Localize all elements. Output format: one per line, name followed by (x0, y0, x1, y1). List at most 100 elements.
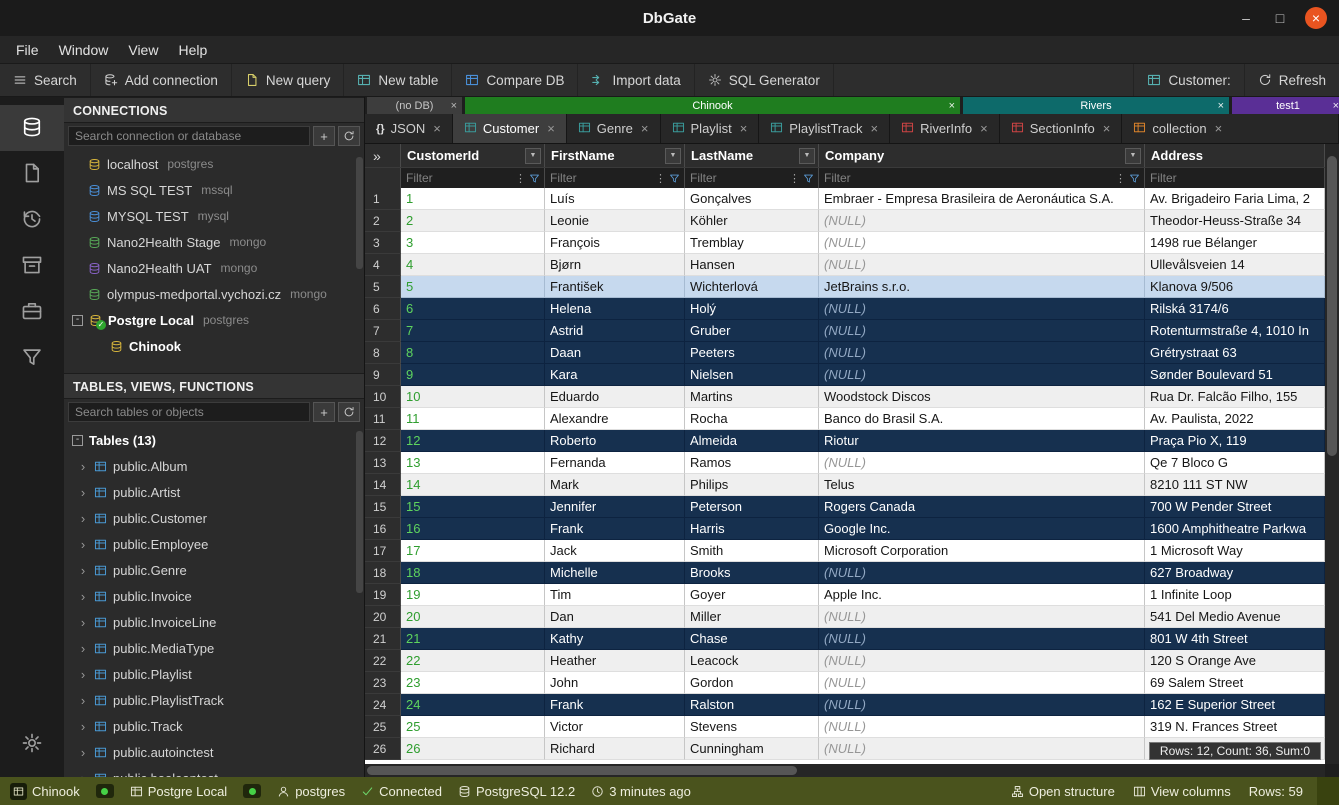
row-number[interactable]: 13 (365, 452, 401, 474)
cell-address[interactable]: 801 W 4th Street (1145, 628, 1325, 650)
table-public-employee[interactable]: ›public.Employee (64, 531, 364, 557)
row-number[interactable]: 4 (365, 254, 401, 276)
chevron-right-icon[interactable]: › (78, 641, 88, 656)
cell-firstname[interactable]: Alexandre (545, 408, 685, 430)
row-number[interactable]: 15 (365, 496, 401, 518)
cell-company[interactable]: (NULL) (819, 716, 1145, 738)
cell-firstname[interactable]: František (545, 276, 685, 298)
cell-firstname[interactable]: Astrid (545, 320, 685, 342)
add-table-mini-button[interactable]: + (313, 402, 335, 422)
close-icon[interactable]: × (1333, 100, 1339, 112)
cell-address[interactable]: Rua Dr. Falcão Filho, 155 (1145, 386, 1325, 408)
statusbar-view-columns[interactable]: View columns (1133, 784, 1231, 799)
chevron-right-icon[interactable]: › (78, 589, 88, 604)
filter-input-firstname[interactable] (546, 170, 652, 187)
cell-firstname[interactable]: François (545, 232, 685, 254)
cell-customerid[interactable]: 11 (401, 408, 545, 430)
row-number[interactable]: 17 (365, 540, 401, 562)
cell-address[interactable]: 1600 Amphitheatre Parkwa (1145, 518, 1325, 540)
table-public-genre[interactable]: ›public.Genre (64, 557, 364, 583)
cell-firstname[interactable]: Fernanda (545, 452, 685, 474)
toolbar-search-button[interactable]: Search (0, 64, 91, 96)
grid-row-6[interactable]: 66HelenaHolý(NULL)Rilská 3174/6 (365, 298, 1325, 320)
grid-row-4[interactable]: 44BjørnHansen(NULL)Ullevålsveien 14 (365, 254, 1325, 276)
grid-row-23[interactable]: 2323JohnGordon(NULL)69 Salem Street (365, 672, 1325, 694)
activity-plugins[interactable] (0, 289, 64, 335)
cell-address[interactable]: Sønder Boulevard 51 (1145, 364, 1325, 386)
activity-settings[interactable] (0, 721, 64, 767)
filter-funnel-icon[interactable] (529, 173, 543, 184)
cell-customerid[interactable]: 2 (401, 210, 545, 232)
row-number[interactable]: 6 (365, 298, 401, 320)
statusbar-current-database[interactable]: Chinook (10, 783, 80, 800)
cell-customerid[interactable]: 26 (401, 738, 545, 760)
filter-input-address[interactable] (1146, 170, 1323, 187)
statusbar-row-count[interactable]: Rows: 59 (1249, 784, 1303, 799)
cell-address[interactable]: 700 W Pender Street (1145, 496, 1325, 518)
cell-company[interactable]: (NULL) (819, 342, 1145, 364)
tab-group-no-db[interactable]: (no DB)× (367, 97, 462, 114)
cell-company[interactable]: Microsoft Corporation (819, 540, 1145, 562)
chevron-right-icon[interactable]: › (78, 511, 88, 526)
cell-company[interactable]: Telus (819, 474, 1145, 496)
cell-lastname[interactable]: Leacock (685, 650, 819, 672)
grid-vertical-scrollbar[interactable] (1325, 144, 1339, 764)
cell-firstname[interactable]: Eduardo (545, 386, 685, 408)
cell-company[interactable]: (NULL) (819, 606, 1145, 628)
cell-lastname[interactable]: Miller (685, 606, 819, 628)
activity-connections[interactable] (0, 105, 64, 151)
cell-address[interactable]: Av. Brigadeiro Faria Lima, 2 (1145, 188, 1325, 210)
chevron-right-icon[interactable]: › (78, 563, 88, 578)
grid-row-24[interactable]: 2424FrankRalston(NULL)162 E Superior Str… (365, 694, 1325, 716)
cell-customerid[interactable]: 25 (401, 716, 545, 738)
grid-row-8[interactable]: 88DaanPeeters(NULL)Grétrystraat 63 (365, 342, 1325, 364)
connection-postgre-local[interactable]: -✓Postgre Localpostgres (64, 307, 364, 333)
cell-firstname[interactable]: Richard (545, 738, 685, 760)
tables-group[interactable]: -Tables (13) (64, 427, 364, 453)
activity-archive[interactable] (0, 243, 64, 289)
table-public-invoiceline[interactable]: ›public.InvoiceLine (64, 609, 364, 635)
table-public-artist[interactable]: ›public.Artist (64, 479, 364, 505)
cell-address[interactable]: 1 Microsoft Way (1145, 540, 1325, 562)
cell-lastname[interactable]: Goyer (685, 584, 819, 606)
filter-funnel-icon[interactable] (803, 173, 817, 184)
cell-address[interactable]: 69 Salem Street (1145, 672, 1325, 694)
cell-company[interactable]: (NULL) (819, 694, 1145, 716)
cell-customerid[interactable]: 8 (401, 342, 545, 364)
cell-lastname[interactable]: Harris (685, 518, 819, 540)
table-public-playlisttrack[interactable]: ›public.PlaylistTrack (64, 687, 364, 713)
grid-row-22[interactable]: 2222HeatherLeacock(NULL)120 S Orange Ave (365, 650, 1325, 672)
close-button[interactable]: × (1305, 7, 1327, 29)
cell-company[interactable]: (NULL) (819, 628, 1145, 650)
cell-customerid[interactable]: 16 (401, 518, 545, 540)
cell-lastname[interactable]: Ralston (685, 694, 819, 716)
cell-customerid[interactable]: 5 (401, 276, 545, 298)
cell-address[interactable]: Qe 7 Bloco G (1145, 452, 1325, 474)
toolbar-new-table-button[interactable]: New table (344, 64, 452, 96)
row-number[interactable]: 21 (365, 628, 401, 650)
close-icon[interactable]: × (1215, 121, 1223, 136)
statusbar-current-user[interactable]: postgres (277, 784, 345, 799)
row-number[interactable]: 14 (365, 474, 401, 496)
cell-address[interactable]: 1 Infinite Loop (1145, 584, 1325, 606)
cell-lastname[interactable]: Almeida (685, 430, 819, 452)
collapse-box-icon[interactable]: - (72, 315, 83, 326)
row-number[interactable]: 25 (365, 716, 401, 738)
cell-company[interactable]: Woodstock Discos (819, 386, 1145, 408)
cell-company[interactable]: (NULL) (819, 650, 1145, 672)
close-icon[interactable]: × (1218, 100, 1224, 112)
toolbar-new-query-button[interactable]: New query (232, 64, 345, 96)
menu-window[interactable]: Window (49, 36, 119, 64)
scrollbar-thumb[interactable] (367, 766, 797, 775)
cell-customerid[interactable]: 4 (401, 254, 545, 276)
cell-company[interactable]: (NULL) (819, 210, 1145, 232)
cell-customerid[interactable]: 14 (401, 474, 545, 496)
grid-row-17[interactable]: 1717JackSmithMicrosoft Corporation1 Micr… (365, 540, 1325, 562)
row-number[interactable]: 16 (365, 518, 401, 540)
close-icon[interactable]: × (451, 100, 457, 112)
cell-firstname[interactable]: Heather (545, 650, 685, 672)
grid-row-13[interactable]: 1313FernandaRamos(NULL)Qe 7 Bloco G (365, 452, 1325, 474)
cell-company[interactable]: (NULL) (819, 672, 1145, 694)
cell-customerid[interactable]: 21 (401, 628, 545, 650)
statusbar-current-connection[interactable]: Postgre Local (130, 784, 228, 799)
